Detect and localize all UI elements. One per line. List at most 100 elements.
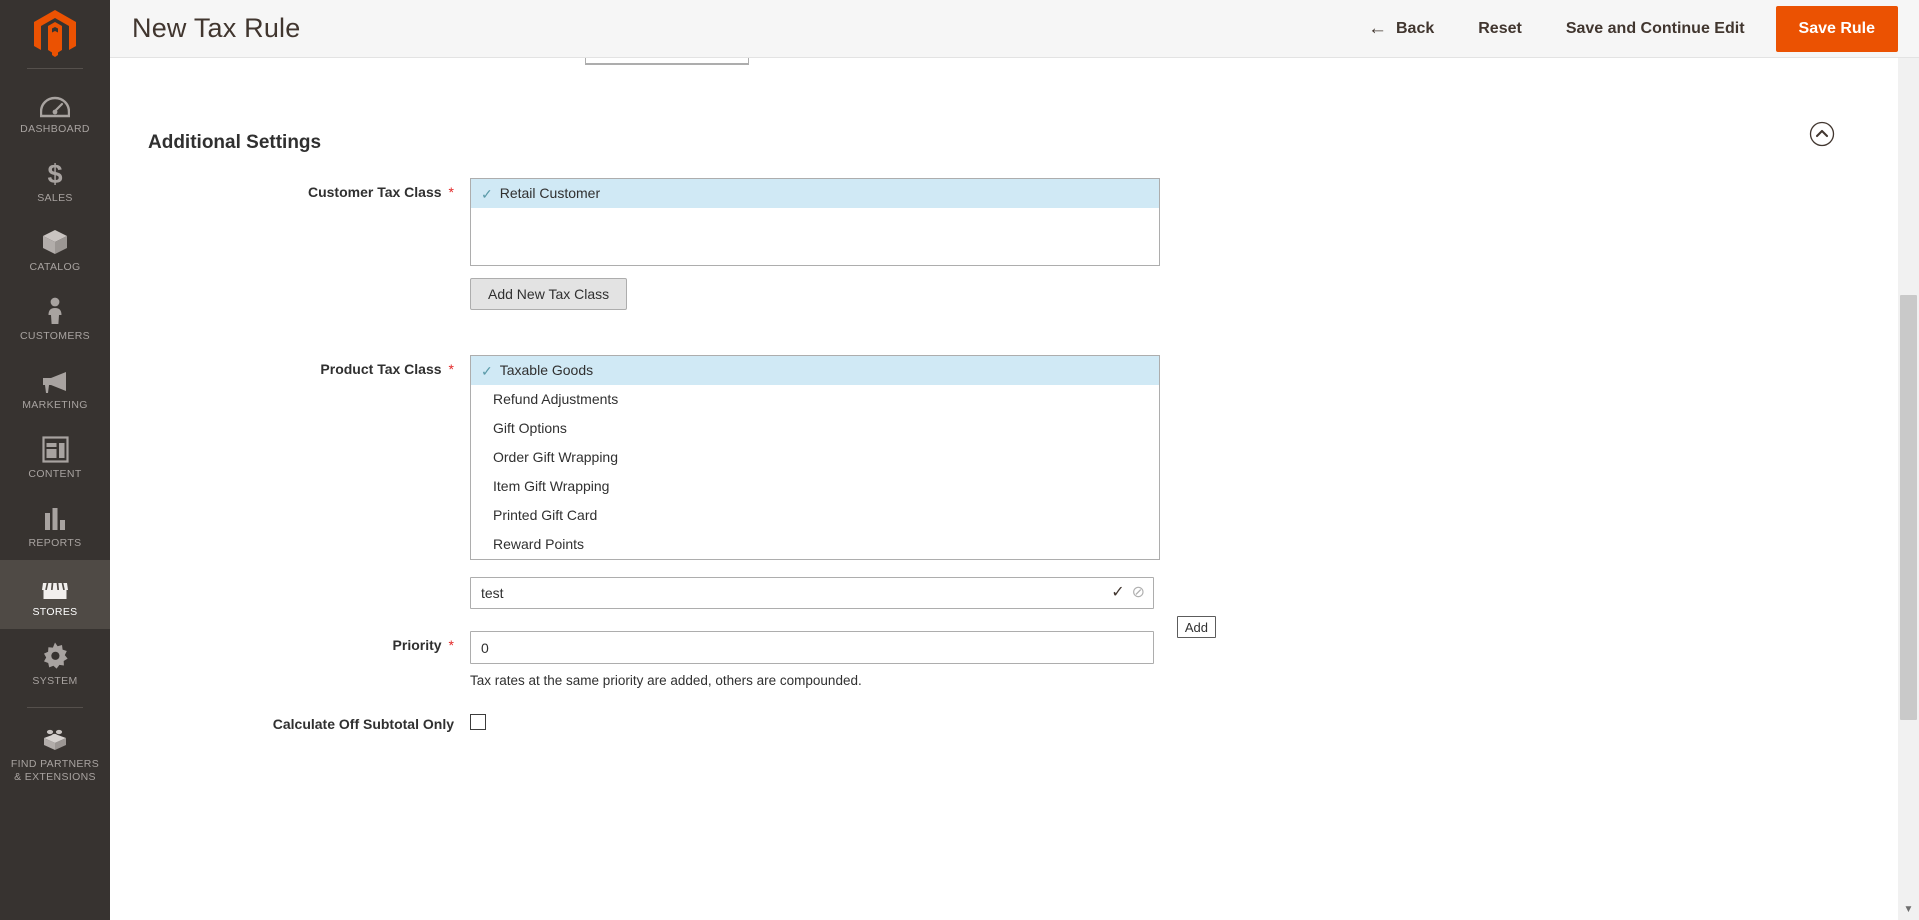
page-root: Dashboard $ Sales Catalog Customers Mark… (0, 0, 1919, 920)
calculate-off-subtotal-label-wrap: Calculate Off Subtotal Only (110, 714, 470, 732)
list-item[interactable]: Item Gift Wrapping (471, 472, 1159, 501)
sidebar-item-label: Stores (32, 606, 78, 618)
gear-icon (41, 640, 69, 670)
product-tax-class-control: ✓ Taxable Goods Refund Adjustments Gift … (470, 355, 1216, 638)
header-actions: ← Back Reset Save and Continue Edit Save… (1346, 0, 1919, 58)
list-item[interactable]: ✓ Retail Customer (471, 179, 1159, 208)
sidebar-item-find-partners[interactable]: Find Partners & Extensions (0, 712, 110, 794)
check-icon[interactable]: ✓ (1111, 585, 1124, 601)
list-item[interactable]: Order Gift Wrapping (471, 443, 1159, 472)
product-tax-class-label-wrap: Product Tax Class * (110, 355, 470, 377)
sidebar-item-label: Sales (37, 192, 73, 204)
sidebar-item-label: Customers (19, 330, 91, 342)
check-icon: ✓ (481, 362, 493, 379)
field-calculate-off-subtotal: Calculate Off Subtotal Only (110, 714, 1899, 732)
new-tax-class-icons: ✓ ⊘ (1111, 577, 1145, 609)
save-rule-button[interactable]: Save Rule (1775, 5, 1898, 52)
list-item-label: Retail Customer (499, 185, 601, 201)
list-item[interactable]: ✓ Taxable Goods (471, 356, 1159, 385)
sidebar-item-label: Dashboard (20, 123, 90, 135)
magento-logo[interactable] (0, 0, 110, 68)
magento-logo-icon (34, 10, 76, 57)
sidebar-item-marketing[interactable]: Marketing (0, 353, 110, 422)
list-item-label: Gift Options (493, 420, 567, 436)
customer-tax-class-control: ✓ Retail Customer Add New Tax Class (470, 178, 1160, 310)
field-customer-tax-class: Customer Tax Class * ✓ Retail Customer A… (110, 178, 1899, 310)
chevron-up-circle-icon[interactable] (1809, 121, 1835, 147)
list-item[interactable]: Printed Gift Card (471, 501, 1159, 530)
layout-icon (41, 433, 69, 463)
calculate-off-subtotal-checkbox[interactable] (470, 714, 486, 730)
calculate-off-subtotal-label: Calculate Off Subtotal Only (272, 716, 454, 732)
sidebar-item-label-line2: & Extensions (14, 771, 96, 783)
product-tax-class-multiselect[interactable]: ✓ Taxable Goods Refund Adjustments Gift … (470, 355, 1160, 560)
page-title: New Tax Rule (132, 13, 301, 43)
required-marker: * (448, 361, 454, 377)
no-entry-icon[interactable]: ⊘ (1132, 585, 1145, 601)
scrollbar-thumb[interactable] (1900, 295, 1917, 720)
section-title: Additional Settings (148, 132, 322, 153)
list-item-label: Refund Adjustments (493, 391, 619, 407)
field-priority: Priority * Tax rates at the same priorit… (110, 631, 1899, 688)
sidebar-item-system[interactable]: System (0, 629, 110, 698)
customer-tax-class-multiselect[interactable]: ✓ Retail Customer (470, 178, 1160, 266)
add-new-tax-class-button[interactable]: Add New Tax Class (470, 278, 628, 310)
dollar-icon: $ (46, 157, 64, 187)
product-tax-class-label: Product Tax Class (320, 361, 442, 377)
sidebar-divider-bottom (27, 707, 83, 708)
admin-sidebar: Dashboard $ Sales Catalog Customers Mark… (0, 0, 110, 920)
new-tax-class-input-wrap: ✓ ⊘ Add (470, 577, 1216, 638)
additional-settings-header: Additional Settings (110, 120, 1899, 166)
cutoff-field-above (585, 58, 749, 65)
sidebar-item-sales[interactable]: $ Sales (0, 146, 110, 215)
sidebar-item-content[interactable]: Content (0, 422, 110, 491)
person-icon (46, 295, 64, 325)
list-item[interactable]: Reward Points (471, 530, 1159, 559)
back-button-label: Back (1396, 19, 1435, 37)
add-button[interactable]: Add (1176, 616, 1216, 638)
priority-control: Tax rates at the same priority are added… (470, 631, 1160, 688)
customer-tax-class-label-wrap: Customer Tax Class * (110, 178, 470, 200)
required-marker: * (448, 637, 454, 653)
sidebar-item-label: Content (28, 468, 82, 480)
sidebar-item-label: Marketing (22, 399, 88, 411)
sidebar-item-label: System (32, 675, 78, 687)
customer-tax-class-label: Customer Tax Class (307, 184, 442, 200)
sidebar-item-stores[interactable]: Stores (0, 560, 110, 629)
additional-settings-form: Customer Tax Class * ✓ Retail Customer A… (110, 178, 1899, 732)
lego-brick-icon (40, 723, 70, 753)
reset-button[interactable]: Reset (1456, 0, 1544, 58)
box-icon (41, 226, 69, 256)
arrow-left-icon: ← (1368, 18, 1387, 39)
sidebar-item-catalog[interactable]: Catalog (0, 215, 110, 284)
list-item[interactable]: Refund Adjustments (471, 385, 1159, 414)
save-and-continue-button[interactable]: Save and Continue Edit (1544, 0, 1767, 58)
dashboard-icon (40, 88, 70, 118)
store-icon (40, 571, 70, 601)
calculate-off-subtotal-control (470, 714, 1160, 730)
field-product-tax-class: Product Tax Class * ✓ Taxable Goods Refu… (110, 355, 1899, 638)
back-button[interactable]: ← Back (1346, 0, 1456, 58)
sidebar-item-label: Reports (28, 537, 82, 549)
sidebar-item-reports[interactable]: Reports (0, 491, 110, 560)
sidebar-item-label: Catalog (29, 261, 81, 273)
list-item[interactable]: Gift Options (471, 414, 1159, 443)
list-item-label: Printed Gift Card (493, 507, 598, 523)
main-content: Additional Settings Customer Tax Class *… (110, 58, 1899, 920)
list-item-label: Item Gift Wrapping (493, 478, 610, 494)
priority-label-wrap: Priority * (110, 631, 470, 653)
priority-label: Priority (392, 637, 442, 653)
priority-input[interactable] (470, 631, 1154, 664)
megaphone-icon (40, 364, 70, 394)
bar-chart-icon (42, 502, 68, 532)
sidebar-item-dashboard[interactable]: Dashboard (0, 77, 110, 146)
chevron-down-icon[interactable]: ▼ (1898, 900, 1919, 918)
required-marker: * (448, 184, 454, 200)
list-item-label: Reward Points (493, 536, 585, 552)
sidebar-item-customers[interactable]: Customers (0, 284, 110, 353)
vertical-scrollbar[interactable]: ▼ (1898, 58, 1919, 920)
priority-note: Tax rates at the same priority are added… (470, 673, 862, 688)
sidebar-item-label-line1: Find Partners (10, 758, 100, 770)
new-tax-class-input[interactable] (470, 577, 1154, 609)
list-item-label: Order Gift Wrapping (493, 449, 619, 465)
